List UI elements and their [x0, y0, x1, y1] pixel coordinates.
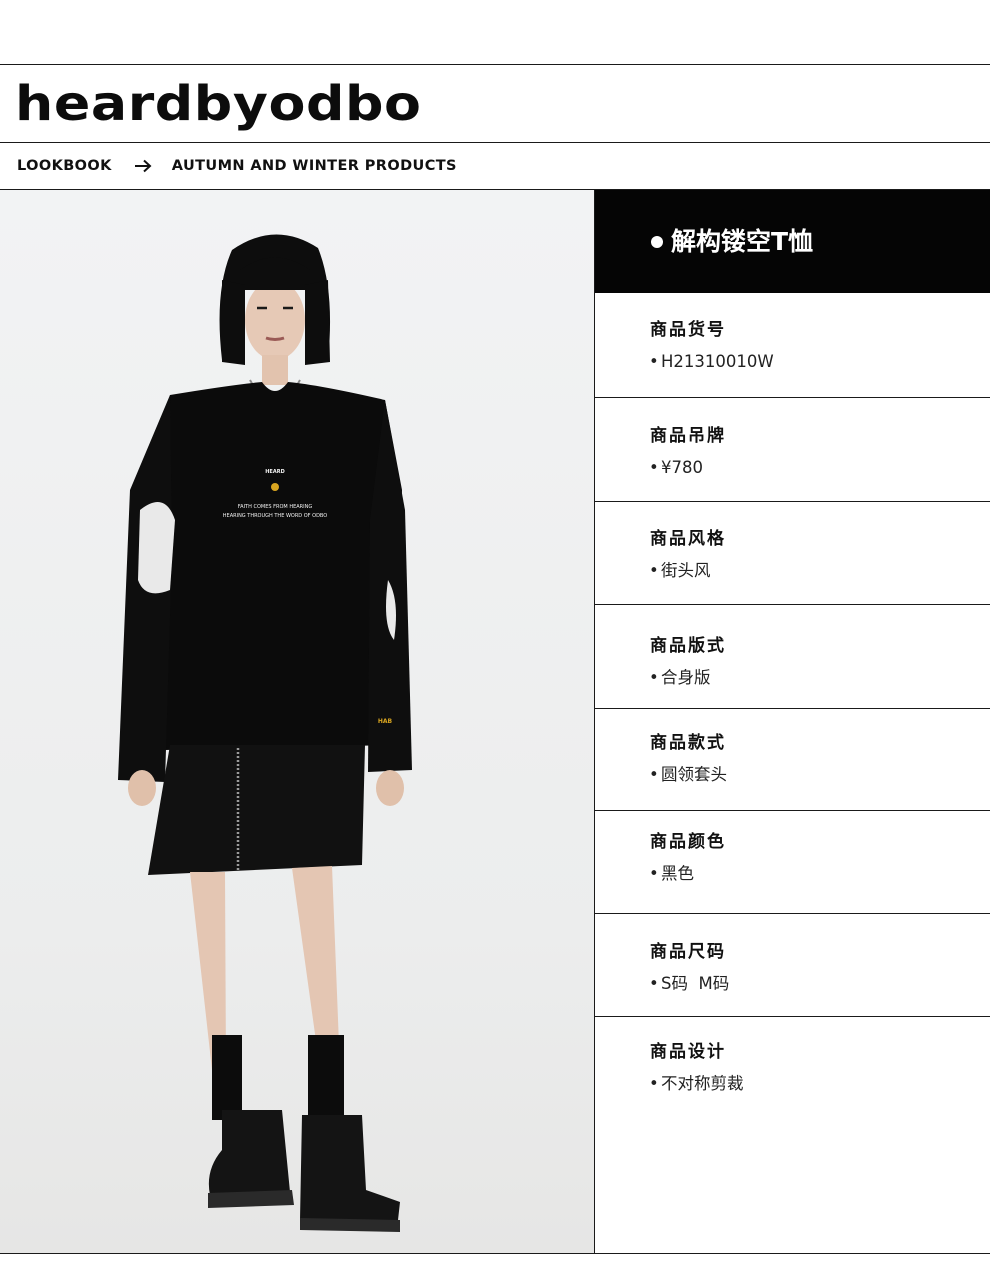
breadcrumb-autumn-winter[interactable]: AUTUMN AND WINTER PRODUCTS	[172, 158, 457, 174]
divider-vertical	[594, 190, 595, 1254]
spec-label: 商品尺码	[650, 942, 726, 962]
spec-label: 商品款式	[650, 733, 726, 753]
row-divider	[595, 501, 990, 502]
spec-label: 商品颜色	[650, 832, 726, 852]
row-divider	[595, 604, 990, 605]
row-divider	[595, 397, 990, 398]
bullet-icon	[651, 236, 663, 248]
header-rule	[0, 142, 990, 143]
shirt-brand-print: HEARD	[265, 469, 284, 475]
spec-value: • 圆领套头	[649, 765, 727, 784]
spec-value: • S码 M码	[649, 974, 730, 993]
product-title-block: 解构镂空T恤	[595, 190, 990, 293]
spec-value: • 不对称剪裁	[649, 1074, 744, 1093]
shirt-print-line1: FAITH COMES FROM HEARING	[238, 504, 313, 510]
product-photo: HEARD FAITH COMES FROM HEARING HEARING T…	[0, 190, 594, 1253]
brand-logo[interactable]: heardbyodbo	[15, 76, 553, 132]
model-illustration: HEARD FAITH COMES FROM HEARING HEARING T…	[118, 234, 412, 1232]
row-divider	[595, 913, 990, 914]
spec-value: • 黑色	[649, 864, 694, 883]
product-title: 解构镂空T恤	[671, 227, 814, 256]
row-divider	[595, 810, 990, 811]
breadcrumb: LOOKBOOK AUTUMN AND WINTER PRODUCTS	[17, 155, 457, 177]
spec-value: • ¥780	[649, 458, 703, 477]
spec-label: 商品风格	[650, 529, 726, 549]
row-divider	[595, 1016, 990, 1017]
row-divider	[595, 708, 990, 709]
spec-label: 商品吊牌	[650, 426, 726, 446]
arrow-right-icon	[134, 159, 152, 173]
spec-label: 商品版式	[650, 636, 726, 656]
spec-value: • 街头风	[649, 561, 711, 580]
spec-value: • H21310010W	[649, 352, 774, 371]
top-rule	[0, 64, 990, 65]
shirt-print-line2: HEARING THROUGH THE WORD OF ODBO	[223, 513, 327, 519]
breadcrumb-lookbook[interactable]: LOOKBOOK	[17, 158, 112, 174]
bottom-rule	[0, 1253, 990, 1254]
spec-label: 商品设计	[650, 1042, 726, 1062]
spec-value: • 合身版	[649, 668, 711, 687]
spec-label: 商品货号	[650, 320, 726, 340]
sleeve-print: HAB	[378, 718, 393, 725]
